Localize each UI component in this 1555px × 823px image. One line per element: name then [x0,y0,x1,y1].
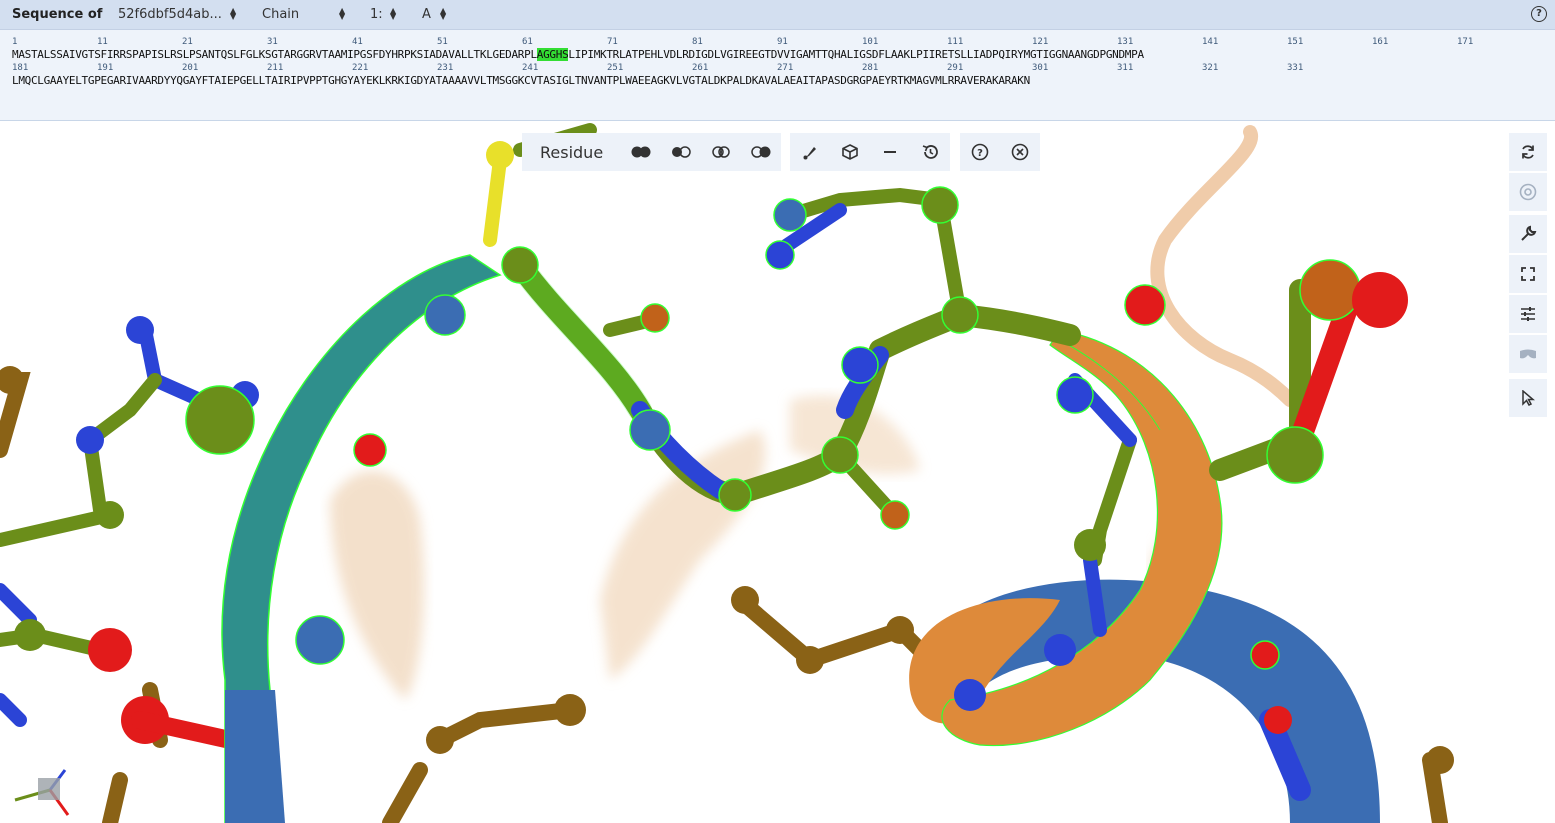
residue-number: 161 [1372,37,1389,47]
updown-icon: ▲ ▼ [339,6,346,21]
sequence-line-1[interactable]: MASTALSSAIVGTSFIRRSPAPISLRSLPSANTQSLFGLK… [12,48,1144,61]
sequence-header: Sequence of 52f6dbf5d4ab... ▲ ▼ Chain ▲ ▼ … [0,0,1555,30]
residue-number: 291 [947,63,964,73]
residue-number: 131 [1117,37,1134,47]
residue-number: 41 [352,37,363,47]
sequence-panel: 1 11 21 31 41 51 61 71 81 91 101 111 121 131 141 151 161… [0,30,1555,121]
residue-number: 331 [1287,63,1304,73]
residue-number: 301 [1032,63,1049,73]
residue-number: 251 [607,63,624,73]
history-icon[interactable] [910,133,950,171]
index-select-value: 1: [370,7,383,22]
residue-number: 281 [862,63,879,73]
screenshot-icon[interactable] [1509,173,1547,211]
sequence-of-label: Sequence of [12,7,103,22]
mode-select-value: Chain [262,7,300,22]
cube-icon[interactable] [830,133,870,171]
help-toolbar: ? [960,133,1040,171]
index-select[interactable]: 1: ▲ ▼ [370,7,396,23]
residue-number: 191 [97,63,114,73]
residue-number: 321 [1202,63,1219,73]
residue-number: 151 [1287,37,1304,47]
help-icon[interactable]: ? [1531,6,1547,22]
reset-icon[interactable] [1509,133,1547,171]
residue-number: 71 [607,37,618,47]
residue-number: 31 [267,37,278,47]
intersect-icon[interactable] [701,133,741,171]
residue-number: 221 [352,63,369,73]
chain-select[interactable]: A ▲ ▼ [422,7,446,23]
residue-number: 91 [777,37,788,47]
chain-select-value: A [422,7,431,22]
entry-select-value: 52f6dbf5d4ab... [118,7,222,22]
mode-select[interactable]: Chain ▲ ▼ [262,7,345,23]
residue-number: 1 [12,37,18,47]
residue-number: 201 [182,63,199,73]
brush-icon[interactable] [790,133,830,171]
residue-number: 311 [1117,63,1134,73]
svg-text:?: ? [977,148,983,159]
residue-number: 211 [267,63,284,73]
sequence-line-2[interactable]: LMQCLGAAYELTGPEGARIVAARDYYQGAYFTAIEPGELL… [12,74,1030,87]
residue-number: 141 [1202,37,1219,47]
residue-number: 51 [437,37,448,47]
molecule-viewer-canvas[interactable] [0,121,1555,823]
molecule-render [0,123,1454,823]
residue-number: 271 [777,63,794,73]
selection-toolbar: Residue [522,133,782,171]
residue-number: 181 [12,63,29,73]
entry-select[interactable]: 52f6dbf5d4ab... ▲ ▼ [118,7,236,23]
residue-number: 61 [522,37,533,47]
residue-number: 81 [692,37,703,47]
wrench-icon[interactable] [1509,215,1547,253]
residue-number: 261 [692,63,709,73]
residue-number: 241 [522,63,539,73]
minus-icon[interactable] [870,133,910,171]
sliders-icon[interactable] [1509,295,1547,333]
cursor-icon[interactable] [1509,379,1547,417]
axis-gizmo-icon [14,769,70,816]
residue-number: 11 [97,37,108,47]
viewer-sidebar [1509,133,1547,419]
fullscreen-icon[interactable] [1509,255,1547,293]
select-right-icon[interactable] [741,133,781,171]
residue-number: 121 [1032,37,1049,47]
tool-toolbar [790,133,950,171]
close-icon[interactable] [1000,133,1040,171]
highlighted-residues[interactable]: AGGHS [536,48,569,61]
select-left-icon[interactable] [661,133,701,171]
updown-icon: ▲ ▼ [440,6,447,21]
selection-mode-label[interactable]: Residue [522,143,621,162]
residue-number: 231 [437,63,454,73]
updown-icon: ▲ ▼ [230,6,237,21]
residue-number: 111 [947,37,964,47]
residue-number: 101 [862,37,879,47]
sequence-segment: LIPIMKTRLATPEHLVDLRDIGDLVGIREEGTDVVIGAMT… [568,48,1144,61]
updown-icon: ▲ ▼ [390,6,397,21]
residue-number: 171 [1457,37,1474,47]
select-all-icon[interactable] [621,133,661,171]
sequence-segment: MASTALSSAIVGTSFIRRSPAPISLRSLPSANTQSLFGLK… [12,48,537,61]
vr-icon[interactable] [1509,335,1547,373]
help-icon[interactable]: ? [960,133,1000,171]
residue-number: 21 [182,37,193,47]
